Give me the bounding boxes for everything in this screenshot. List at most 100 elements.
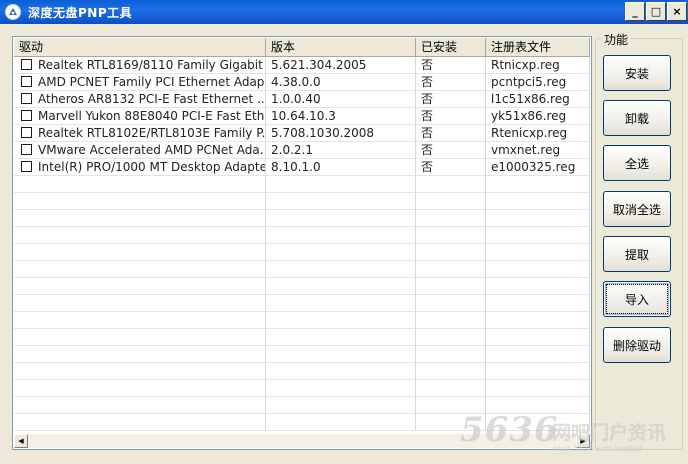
registry-file-cell-text: l1c51x86.reg — [491, 92, 570, 106]
version-cell: 5.621.304.2005 — [266, 57, 416, 74]
driver-cell — [14, 244, 266, 261]
column-header-version[interactable]: 版本 — [266, 38, 416, 57]
registry-file-cell: l1c51x86.reg — [486, 91, 590, 108]
table-row[interactable]: Marvell Yukon 88E8040 PCI-E Fast Eth... 1… — [14, 108, 590, 125]
table-row — [14, 363, 590, 380]
version-cell — [266, 193, 416, 210]
scroll-track[interactable] — [28, 434, 576, 448]
deselect-all-button[interactable]: 取消全选 — [603, 191, 671, 227]
registry-file-cell — [486, 193, 590, 210]
registry-file-cell: vmxnet.reg — [486, 142, 590, 159]
driver-cell — [14, 261, 266, 278]
version-cell — [266, 312, 416, 329]
registry-file-cell: Rtenicxp.reg — [486, 125, 590, 142]
installed-cell — [416, 176, 486, 193]
version-cell-text: 2.0.2.1 — [271, 143, 313, 157]
table-row[interactable]: AMD PCNET Family PCI Ethernet Adap... 4.3… — [14, 74, 590, 91]
scroll-right-icon[interactable]: ▶ — [576, 434, 590, 448]
registry-file-cell-text: Rtenicxp.reg — [491, 126, 568, 140]
app-icon — [5, 4, 21, 20]
installed-cell — [416, 397, 486, 414]
driver-cell: Realtek RTL8169/8110 Family Gigabit ... — [14, 57, 266, 74]
row-checkbox[interactable] — [21, 76, 32, 87]
row-checkbox[interactable] — [21, 110, 32, 121]
driver-cell-text: Realtek RTL8102E/RTL8103E Family P... — [38, 126, 266, 140]
title-bar: 深度无盘PNP工具 _ □ × — [0, 0, 688, 24]
minimize-button[interactable]: _ — [625, 2, 645, 21]
driver-cell-text: Atheros AR8132 PCI-E Fast Ethernet ... — [38, 92, 266, 106]
installed-cell-text: 否 — [421, 160, 434, 174]
list-rows: Realtek RTL8169/8110 Family Gigabit ... 5… — [14, 57, 590, 431]
installed-cell: 否 — [416, 125, 486, 142]
driver-cell — [14, 176, 266, 193]
extract-button[interactable]: 提取 — [603, 236, 671, 272]
column-header-driver[interactable]: 驱动 — [14, 38, 266, 57]
table-row — [14, 380, 590, 397]
driver-cell: Marvell Yukon 88E8040 PCI-E Fast Eth... — [14, 108, 266, 125]
scroll-left-icon[interactable]: ◀ — [14, 434, 28, 448]
version-cell — [266, 227, 416, 244]
version-cell-text: 1.0.0.40 — [271, 92, 321, 106]
version-cell — [266, 363, 416, 380]
driver-cell: VMware Accelerated AMD PCNet Ada... — [14, 142, 266, 159]
table-row[interactable]: Intel(R) PRO/1000 MT Desktop Adapter 8.10… — [14, 159, 590, 176]
registry-file-cell — [486, 312, 590, 329]
table-row — [14, 329, 590, 346]
delete-driver-button[interactable]: 删除驱动 — [603, 327, 671, 363]
column-header-installed[interactable]: 已安装 — [416, 38, 486, 57]
driver-cell — [14, 227, 266, 244]
table-row — [14, 193, 590, 210]
row-checkbox[interactable] — [21, 161, 32, 172]
installed-cell-text: 否 — [421, 143, 434, 157]
installed-cell-text: 否 — [421, 58, 434, 72]
table-row[interactable]: Atheros AR8132 PCI-E Fast Ethernet ... 1.… — [14, 91, 590, 108]
installed-cell — [416, 278, 486, 295]
horizontal-scrollbar[interactable]: ◀ ▶ — [14, 434, 590, 448]
uninstall-button[interactable]: 卸载 — [603, 100, 671, 136]
registry-file-cell — [486, 227, 590, 244]
row-checkbox[interactable] — [21, 59, 32, 70]
row-checkbox[interactable] — [21, 127, 32, 138]
driver-cell: Atheros AR8132 PCI-E Fast Ethernet ... — [14, 91, 266, 108]
row-checkbox[interactable] — [21, 93, 32, 104]
table-row[interactable]: Realtek RTL8169/8110 Family Gigabit ... 5… — [14, 57, 590, 74]
version-cell: 1.0.0.40 — [266, 91, 416, 108]
registry-file-cell — [486, 363, 590, 380]
select-all-button[interactable]: 全选 — [603, 145, 671, 181]
version-cell-text: 4.38.0.0 — [271, 75, 321, 89]
registry-file-cell — [486, 346, 590, 363]
driver-cell — [14, 210, 266, 227]
version-cell-text: 5.708.1030.2008 — [271, 126, 375, 140]
version-cell — [266, 176, 416, 193]
driver-list[interactable]: 驱动 版本 已安装 注册表文件 Realtek RTL8169/8110 Fam… — [12, 36, 592, 450]
registry-file-cell-text: yk51x86.reg — [491, 109, 567, 123]
table-row — [14, 295, 590, 312]
driver-cell-text: AMD PCNET Family PCI Ethernet Adap... — [38, 75, 266, 89]
driver-cell-text: Intel(R) PRO/1000 MT Desktop Adapter — [38, 160, 266, 174]
close-button[interactable]: × — [667, 2, 687, 21]
import-button[interactable]: 导入 — [603, 281, 671, 317]
version-cell — [266, 261, 416, 278]
registry-file-cell — [486, 414, 590, 431]
column-header-registry-file[interactable]: 注册表文件 — [486, 38, 590, 57]
table-row — [14, 227, 590, 244]
table-row — [14, 312, 590, 329]
registry-file-cell — [486, 210, 590, 227]
version-cell — [266, 329, 416, 346]
version-cell — [266, 210, 416, 227]
maximize-button[interactable]: □ — [646, 2, 666, 21]
registry-file-cell: e1000325.reg — [486, 159, 590, 176]
installed-cell — [416, 380, 486, 397]
installed-cell — [416, 346, 486, 363]
table-row[interactable]: Realtek RTL8102E/RTL8103E Family P... 5.7… — [14, 125, 590, 142]
install-button[interactable]: 安装 — [603, 55, 671, 91]
table-row — [14, 261, 590, 278]
installed-cell-text: 否 — [421, 126, 434, 140]
table-row — [14, 278, 590, 295]
table-row[interactable]: VMware Accelerated AMD PCNet Ada... 2.0.2… — [14, 142, 590, 159]
row-checkbox[interactable] — [21, 144, 32, 155]
registry-file-cell — [486, 295, 590, 312]
registry-file-cell: Rtnicxp.reg — [486, 57, 590, 74]
version-cell — [266, 346, 416, 363]
registry-file-cell — [486, 278, 590, 295]
